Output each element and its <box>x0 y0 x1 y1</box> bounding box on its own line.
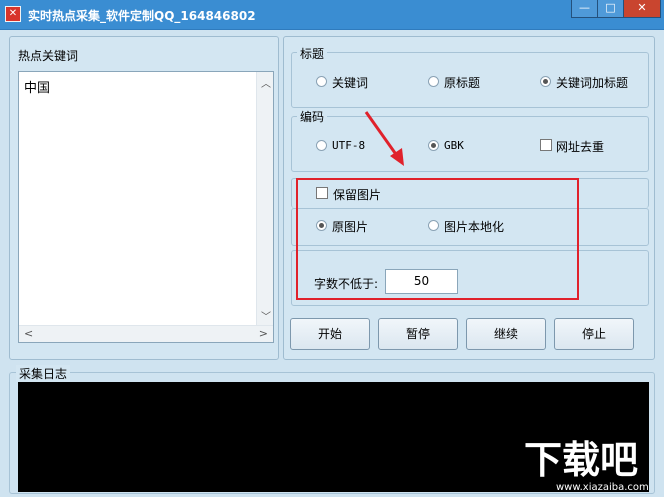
minimize-button[interactable]: — <box>571 0 598 18</box>
watermark-url: www.xiazaiba.com <box>556 482 649 493</box>
pause-button[interactable]: 暂停 <box>378 318 458 350</box>
maximize-button[interactable]: □ <box>597 0 624 18</box>
horizontal-scrollbar[interactable]: < > <box>19 325 273 342</box>
option-label: 关键词加标题 <box>556 76 629 90</box>
stop-button[interactable]: 停止 <box>554 318 634 350</box>
scroll-left-icon[interactable]: < <box>24 327 33 340</box>
red-arrow-icon <box>364 111 404 166</box>
radio-icon[interactable] <box>316 76 327 87</box>
window-title: 实时热点采集_软件定制QQ_164846802 <box>28 9 256 23</box>
option-label: GBK <box>444 139 464 152</box>
title-group-label: 标题 <box>297 45 328 62</box>
highlight-box <box>296 178 579 300</box>
start-button[interactable]: 开始 <box>290 318 370 350</box>
dedupe-label: 网址去重 <box>556 140 605 154</box>
option-label: 原标题 <box>444 76 481 90</box>
keywords-panel: 热点关键词 中国 ︿ ﹀ < > <box>9 36 279 360</box>
watermark-logo: 下载吧 <box>524 438 639 482</box>
radio-selected-icon[interactable] <box>540 76 551 87</box>
checkbox-icon[interactable] <box>540 139 552 151</box>
log-label: 采集日志 <box>16 365 71 382</box>
keywords-textarea[interactable]: 中国 ︿ ﹀ < > <box>18 71 274 343</box>
scroll-down-icon[interactable]: ﹀ <box>261 308 271 323</box>
option-label: 关键词 <box>332 76 369 90</box>
watermark: 下载吧 www.xiazaiba.com <box>524 438 662 495</box>
vertical-scrollbar[interactable]: ︿ ﹀ <box>256 72 273 326</box>
keyword-item: 中国 <box>24 81 51 96</box>
radio-icon[interactable] <box>428 76 439 87</box>
radio-selected-icon[interactable] <box>428 140 439 151</box>
encoding-group-label: 编码 <box>297 108 328 125</box>
scroll-up-icon[interactable]: ︿ <box>261 75 271 90</box>
title-bar[interactable]: ✕ 实时热点采集_软件定制QQ_164846802 — □ ✕ <box>0 0 664 30</box>
app-logo-icon: ✕ <box>5 6 21 22</box>
keywords-label: 热点关键词 <box>18 49 79 63</box>
radio-icon[interactable] <box>316 140 327 151</box>
scroll-right-icon[interactable]: > <box>259 327 268 340</box>
resume-button[interactable]: 继续 <box>466 318 546 350</box>
close-button[interactable]: ✕ <box>623 0 661 18</box>
